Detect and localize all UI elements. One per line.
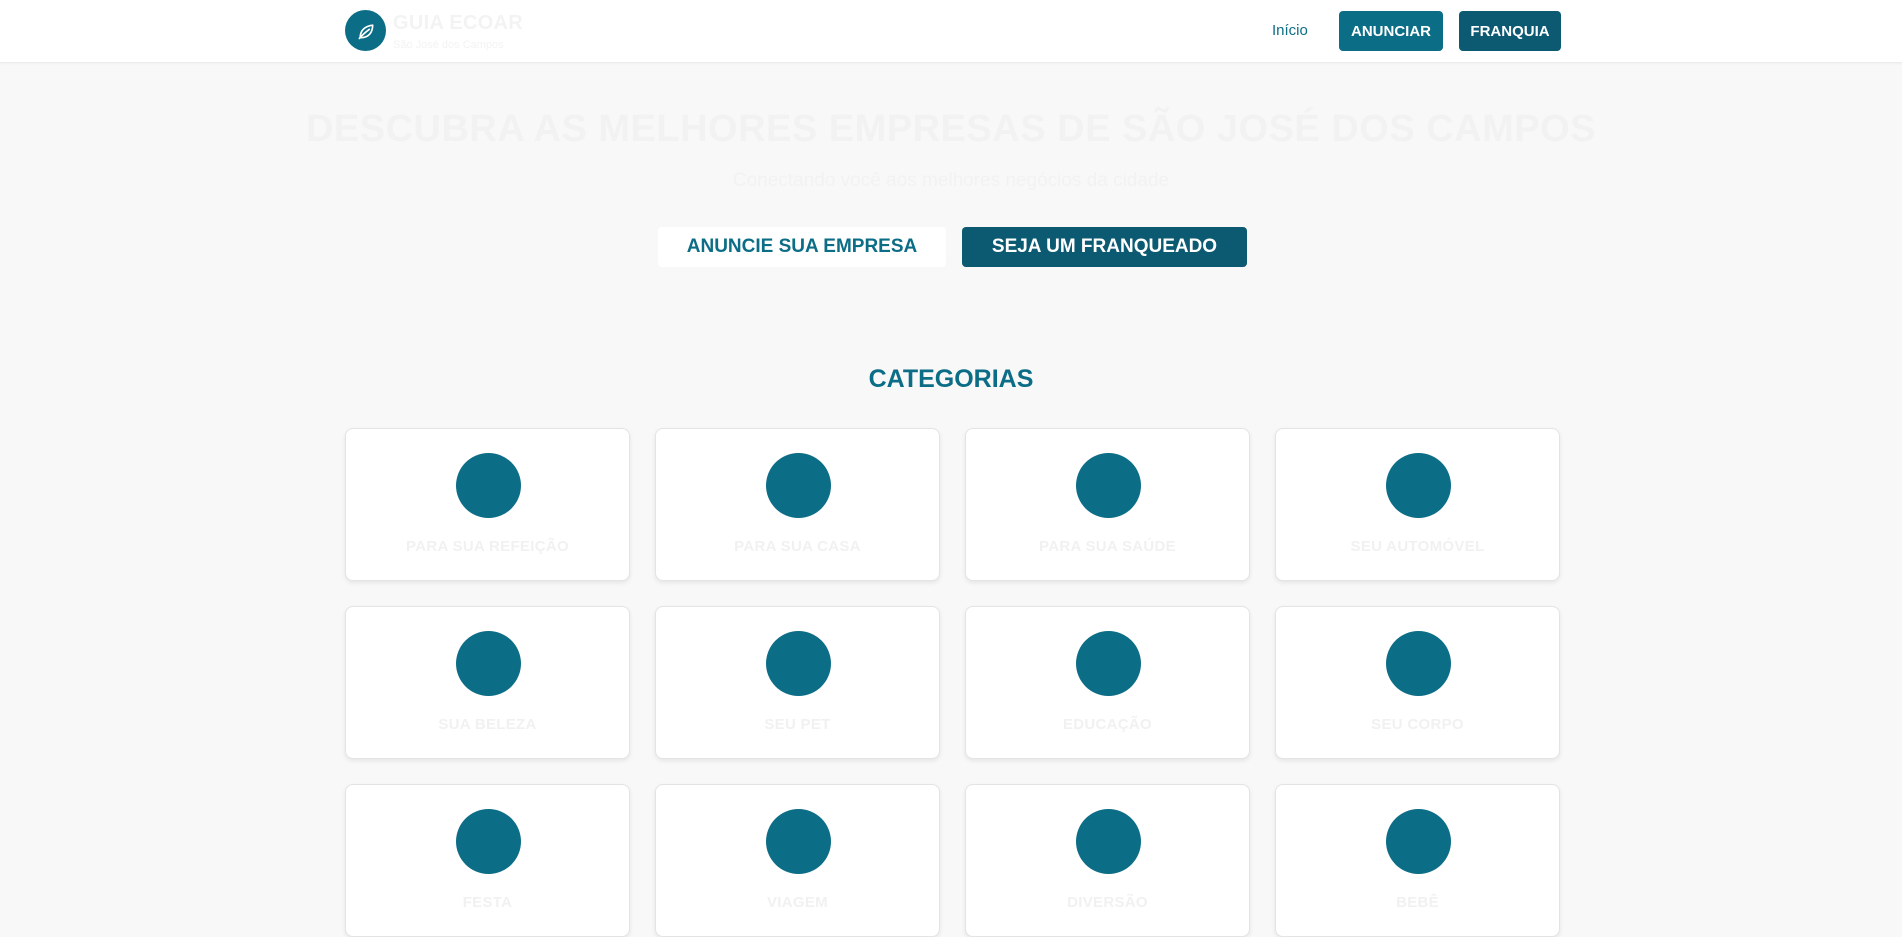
logo[interactable] [345, 10, 386, 51]
category-label: EDUCAÇÃO [1062, 716, 1153, 733]
category-icon [1076, 453, 1141, 518]
category-label: VIAGEM [767, 894, 828, 911]
category-icon [1076, 809, 1141, 874]
category-card[interactable]: PARA SUA CASA [655, 428, 940, 581]
logo-subtitle: São José dos Campos [393, 39, 504, 51]
category-card[interactable]: PARA SUA REFEIÇÃO [345, 428, 630, 581]
category-card[interactable]: PARA SUA SAÚDE [965, 428, 1250, 581]
category-label: PARA SUA REFEIÇÃO [406, 538, 569, 555]
leaf-icon [358, 23, 373, 39]
category-label: SEU CORPO [1371, 716, 1464, 733]
anunciar-button[interactable]: ANUNCIAR [1339, 11, 1443, 51]
category-label: DIVERSÃO [1067, 894, 1148, 911]
category-icon [1386, 631, 1451, 696]
nav-link-inicio[interactable]: Início [1272, 22, 1308, 39]
category-card[interactable]: EDUCAÇÃO [965, 606, 1250, 759]
category-icon [456, 453, 521, 518]
category-card[interactable]: SEU CORPO [1275, 606, 1560, 759]
category-label: PARA SUA SAÚDE [1039, 538, 1176, 555]
category-icon [1386, 453, 1451, 518]
category-icon [1386, 809, 1451, 874]
category-card[interactable]: FESTA [345, 784, 630, 937]
category-card[interactable]: SEU PET [655, 606, 940, 759]
category-icon [1076, 631, 1141, 696]
category-card[interactable]: SUA BELEZA [345, 606, 630, 759]
become-franchisee-button[interactable]: SEJA UM FRANQUEADO [962, 227, 1247, 267]
hero-subtitle: Conectando você aos melhores negócios da… [732, 170, 1170, 191]
category-label: PARA SUA CASA [734, 538, 861, 555]
category-card[interactable]: BEBÊ [1275, 784, 1560, 937]
category-label: SEU PET [764, 716, 831, 733]
hero-title: DESCUBRA AS MELHORES EMPRESAS DE SÃO JOS… [305, 108, 1597, 150]
category-card[interactable]: SEU AUTOMÓVEL [1275, 428, 1560, 581]
category-icon [456, 631, 521, 696]
navbar: GUIA ECOAR São José dos Campos Início AN… [0, 0, 1902, 63]
category-icon [456, 809, 521, 874]
announce-company-button[interactable]: ANUNCIE SUA EMPRESA [658, 227, 946, 267]
category-icon [766, 809, 831, 874]
category-label: FESTA [462, 894, 513, 911]
category-icon [766, 631, 831, 696]
franquia-button[interactable]: FRANQUIA [1459, 11, 1561, 51]
category-card[interactable]: VIAGEM [655, 784, 940, 937]
category-card[interactable]: DIVERSÃO [965, 784, 1250, 937]
categories-title: CATEGORIAS [868, 365, 1034, 393]
category-label: SEU AUTOMÓVEL [1350, 538, 1485, 555]
logo-title[interactable]: GUIA ECOAR [393, 12, 523, 35]
category-label: BEBÊ [1396, 894, 1439, 911]
category-icon [766, 453, 831, 518]
category-label: SUA BELEZA [438, 716, 537, 733]
